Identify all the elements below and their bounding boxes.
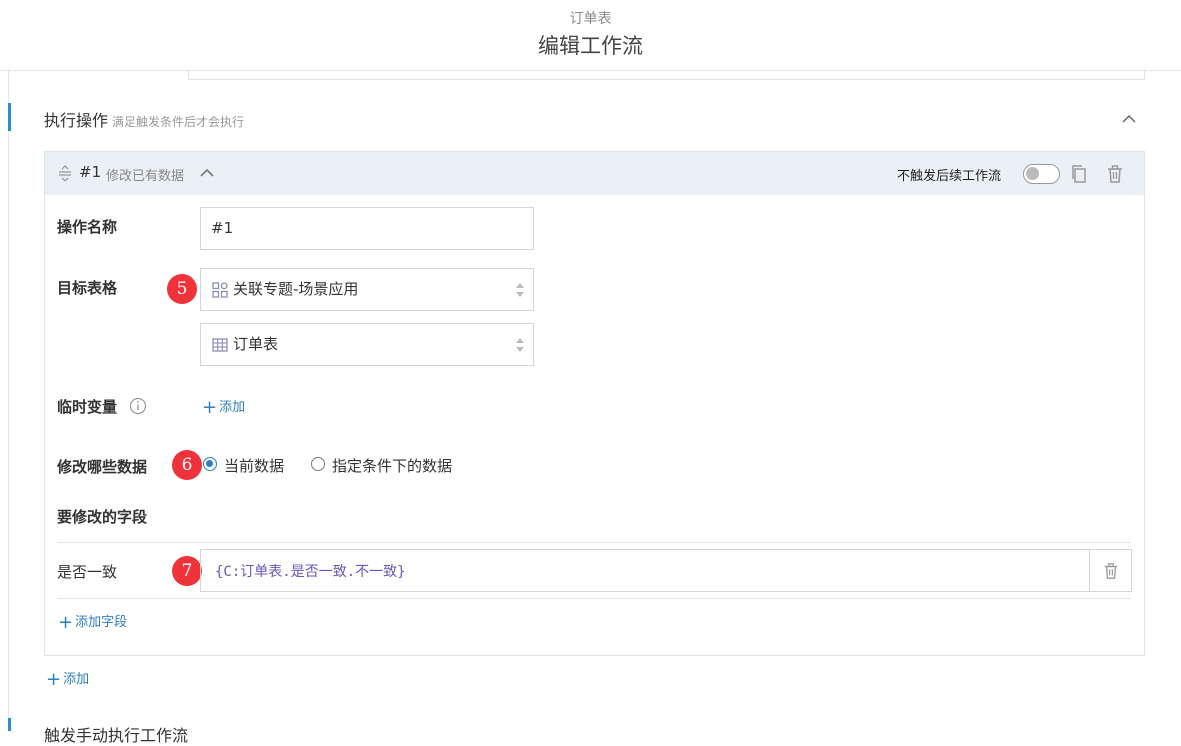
no-trigger-label: 不触发后续工作流 [897, 169, 1002, 184]
previous-section-box [188, 71, 1145, 80]
left-rail [8, 71, 9, 731]
section-accent-bar-next [8, 718, 11, 731]
no-trigger-toggle[interactable] [1023, 164, 1060, 184]
operation-number: #1 [79, 163, 102, 181]
radio-current-data[interactable] [203, 457, 217, 471]
info-icon[interactable] [129, 397, 147, 415]
target-app-value: 关联专题-场景应用 [233, 280, 359, 298]
operation-name-label: 操作名称 [57, 218, 118, 236]
select-arrows-icon [516, 283, 524, 297]
target-app-select[interactable]: 关联专题-场景应用 [200, 268, 534, 311]
add-temp-var-link[interactable]: + 添加 [202, 396, 245, 418]
drag-handle-icon[interactable] [58, 165, 72, 181]
select-arrows-icon [516, 338, 524, 352]
plus-icon: + [46, 669, 62, 690]
plus-icon: + [58, 612, 74, 633]
trash-icon[interactable] [1102, 562, 1120, 580]
step-badge-5: 5 [167, 274, 197, 304]
plus-icon: + [202, 397, 218, 418]
chevron-up-icon[interactable] [199, 165, 215, 181]
table-icon [212, 338, 228, 352]
operation-card-header: #1 修改已有数据 不触发后续工作流 [45, 152, 1144, 195]
temp-var-label: 临时变量 [57, 398, 118, 416]
add-operation-link[interactable]: + 添加 [46, 668, 89, 690]
add-field-link[interactable]: + 添加字段 [58, 611, 127, 633]
header-title: 编辑工作流 [538, 34, 643, 58]
radio-current-data-label: 当前数据 [224, 457, 285, 475]
fields-to-modify-label: 要修改的字段 [57, 508, 148, 526]
field-expression[interactable]: {C:订单表.是否一致.不一致} [215, 561, 406, 581]
app-grid-icon [212, 282, 228, 298]
section-title: 执行操作 满足触发条件后才会执行 [44, 107, 244, 131]
trash-icon[interactable] [1105, 164, 1125, 184]
header-subtitle: 订单表 [569, 11, 612, 27]
operation-name-input[interactable]: #1 [200, 207, 534, 250]
target-table-label: 目标表格 [57, 279, 118, 297]
modify-which-label: 修改哪些数据 [57, 458, 148, 476]
copy-icon[interactable] [1069, 164, 1089, 184]
chevron-up-icon[interactable] [1120, 110, 1138, 128]
target-table-value: 订单表 [233, 335, 279, 353]
step-badge-6: 6 [172, 450, 202, 480]
section-accent-bar [8, 103, 11, 131]
field-name: 是否一致 [57, 563, 118, 581]
add-field-text: 添加字段 [75, 615, 128, 630]
section-hint: 满足触发条件后才会执行 [112, 115, 245, 129]
divider [1089, 550, 1090, 591]
add-operation-text: 添加 [63, 672, 90, 687]
radio-conditional-data[interactable] [311, 457, 325, 471]
page-header: 订单表 编辑工作流 [0, 0, 1181, 71]
radio-conditional-data-label: 指定条件下的数据 [332, 457, 453, 475]
add-temp-var-text: 添加 [219, 400, 246, 415]
divider [57, 542, 1131, 543]
section-title-text: 执行操作 [44, 111, 109, 130]
field-value-editor[interactable]: {C:订单表.是否一致.不一致} [200, 549, 1132, 592]
target-table-select[interactable]: 订单表 [200, 323, 534, 366]
divider [57, 598, 1131, 599]
next-section-title: 触发手动执行工作流 [44, 726, 189, 745]
operation-type: 修改已有数据 [106, 169, 185, 184]
step-badge-7: 7 [172, 556, 202, 586]
toggle-knob [1026, 167, 1039, 180]
